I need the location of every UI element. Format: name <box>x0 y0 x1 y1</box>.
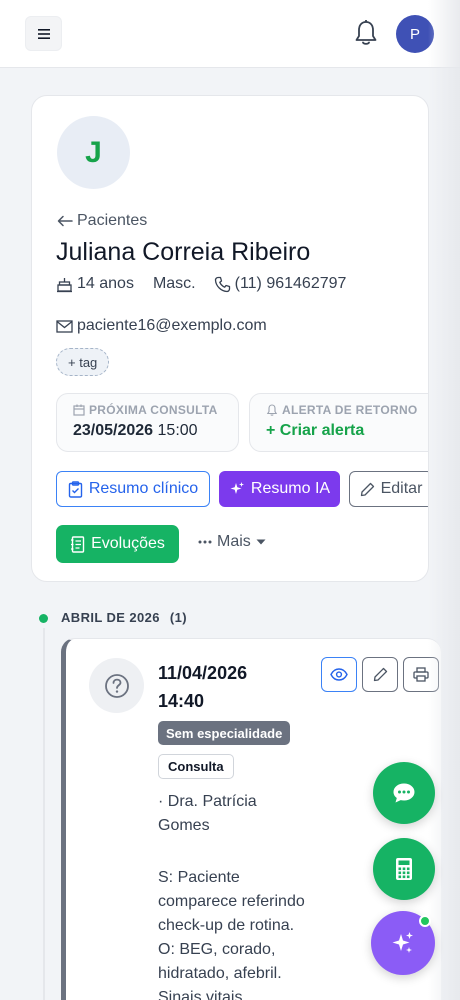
patient-card: J Pacientes Juliana Correia Ribeiro 14 a… <box>31 95 429 582</box>
entry-doctor: · Dra. Patrícia Gomes <box>158 793 257 834</box>
phone-icon <box>214 276 231 293</box>
specialty-badge: Sem especialidade <box>158 721 291 745</box>
bell-icon <box>355 20 377 45</box>
menu-button[interactable] <box>25 16 62 51</box>
next-appointment-date: 23/05/2026 <box>73 422 154 439</box>
chat-bubble-icon <box>393 783 415 803</box>
edit-button[interactable]: Editar <box>349 471 428 507</box>
patient-age: 14 anos <box>77 275 134 292</box>
calculator-fab[interactable] <box>373 838 435 900</box>
pencil-icon <box>373 667 387 682</box>
more-label: Mais <box>217 533 251 550</box>
entry-datetime: 11/04/2026 14:40 <box>158 659 247 715</box>
timeline-month-header: ABRIL DE 2026 (1) <box>61 610 187 625</box>
patient-avatar: J <box>57 116 130 189</box>
question-circle-icon <box>104 673 129 698</box>
patient-email: paciente16@exemplo.com <box>77 317 267 334</box>
back-link-label: Pacientes <box>77 212 148 229</box>
patient-phone: (11) 961462797 <box>234 275 347 292</box>
entry-time: 14:40 <box>158 691 205 711</box>
bell-small-icon <box>266 404 278 416</box>
timeline-line <box>43 628 45 1000</box>
next-appointment-label: PRÓXIMA CONSULTA <box>89 403 218 417</box>
journal-icon <box>71 535 85 553</box>
caret-down-icon <box>256 539 266 545</box>
back-to-patients-link[interactable]: Pacientes <box>57 212 147 230</box>
ai-summary-button[interactable]: Resumo IA <box>219 471 340 507</box>
patient-name: Juliana Correia Ribeiro <box>56 238 311 266</box>
eye-icon <box>330 668 348 681</box>
entry-type-icon <box>89 658 144 713</box>
month-count: (1) <box>169 610 187 625</box>
print-entry-button[interactable] <box>403 657 439 692</box>
create-alert-link[interactable]: + Criar alerta <box>266 422 428 440</box>
clipboard-icon <box>68 480 83 498</box>
patient-email-row: paciente16@exemplo.com <box>56 317 267 335</box>
timeline-month-dot <box>39 614 48 623</box>
more-dropdown[interactable]: Mais <box>198 533 266 551</box>
clinical-summary-button[interactable]: Resumo clínico <box>56 471 210 507</box>
hamburger-icon <box>37 28 50 39</box>
return-alert-box[interactable]: ALERTA DE RETORNO + Criar alerta <box>249 393 428 452</box>
patient-meta: 14 anos Masc. (11) 961462797 <box>56 275 346 293</box>
online-status-dot <box>419 915 431 927</box>
add-tag-button[interactable]: + tag <box>56 348 110 376</box>
next-appointment-box[interactable]: PRÓXIMA CONSULTA 23/05/2026 15:00 <box>56 393 239 452</box>
entry-note: S: Paciente comparece referindo check-up… <box>158 869 305 1000</box>
edit-label: Editar <box>380 480 423 497</box>
arrow-left-icon <box>57 215 73 227</box>
view-entry-button[interactable] <box>321 657 357 692</box>
clinical-summary-label: Resumo clínico <box>88 480 199 497</box>
notifications-button[interactable] <box>353 19 379 47</box>
more-dots-icon <box>198 540 212 544</box>
cake-icon <box>56 276 73 293</box>
return-alert-label: ALERTA DE RETORNO <box>282 403 418 417</box>
user-avatar[interactable]: P <box>396 15 434 53</box>
patient-sex: Masc. <box>152 275 196 292</box>
chat-fab[interactable] <box>373 762 435 824</box>
top-bar: P <box>0 0 460 68</box>
pencil-icon <box>360 482 374 496</box>
evolutions-label: Evoluções <box>91 535 165 552</box>
sparkles-icon <box>230 482 244 494</box>
edit-entry-button[interactable] <box>362 657 398 692</box>
printer-icon <box>413 667 429 682</box>
month-label: ABRIL DE 2026 <box>61 610 160 625</box>
sparkles-icon <box>392 932 413 953</box>
evolutions-button[interactable]: Evoluções <box>56 525 179 563</box>
calculator-icon <box>396 858 412 880</box>
mail-icon <box>56 319 73 333</box>
calendar-icon <box>73 404 85 416</box>
ai-summary-label: Resumo IA <box>250 480 331 497</box>
entry-type-badge: Consulta <box>158 754 234 779</box>
entry-date: 11/04/2026 <box>158 663 248 683</box>
next-appointment-time: 15:00 <box>157 422 198 439</box>
